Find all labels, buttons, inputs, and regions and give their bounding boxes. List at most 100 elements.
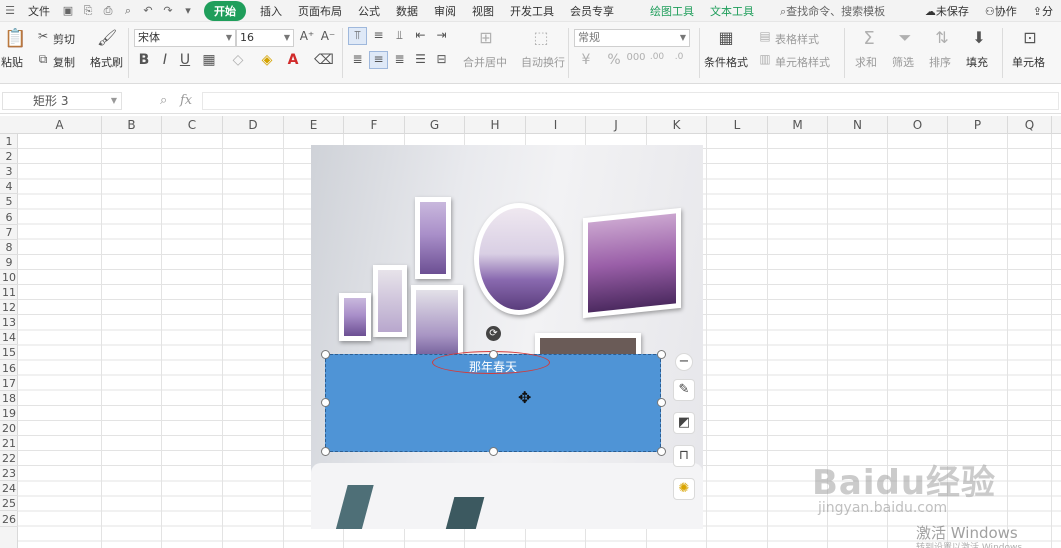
tab-formulas[interactable]: 公式 <box>350 3 388 19</box>
tab-member[interactable]: 会员专享 <box>562 3 622 19</box>
wrap-text-button[interactable]: 自动换行 <box>521 54 565 70</box>
fill-color-icon[interactable]: ◈ <box>257 52 277 68</box>
tab-insert[interactable]: 插入 <box>252 3 290 19</box>
resize-handle-left[interactable] <box>321 398 330 407</box>
column-header-m[interactable]: M <box>768 116 828 134</box>
collaborate-button[interactable]: ⚇协作 <box>977 3 1025 19</box>
row-header-7[interactable]: 7 <box>0 225 18 240</box>
tab-text-tools[interactable]: 文本工具 <box>702 3 762 19</box>
resize-handle-bottom-left[interactable] <box>321 447 330 456</box>
inserted-picture[interactable] <box>311 145 703 529</box>
decrease-indent-icon[interactable]: ⇤ <box>413 28 428 42</box>
thousands-icon[interactable]: 000 <box>626 52 646 63</box>
align-top-icon[interactable]: ⫪ <box>350 28 365 43</box>
cell-icon[interactable]: ⊡ <box>1020 28 1040 47</box>
font-size-select[interactable]: 16 ▼ <box>236 29 294 47</box>
increase-font-icon[interactable]: A⁺ <box>299 29 315 43</box>
print-preview-icon[interactable]: ⌕ <box>121 4 135 18</box>
save-icon[interactable]: ▣ <box>61 4 75 18</box>
row-header-14[interactable]: 14 <box>0 330 18 346</box>
column-header-q[interactable]: Q <box>1008 116 1052 134</box>
row-header-19[interactable]: 19 <box>0 406 18 421</box>
resize-handle-bottom-right[interactable] <box>657 447 666 456</box>
decrease-decimal-icon[interactable]: .0 <box>670 52 688 62</box>
function-icon[interactable]: fx <box>180 93 192 108</box>
print-icon[interactable]: ⎙ <box>101 4 115 18</box>
italic-icon[interactable]: I <box>158 52 172 68</box>
row-header-10[interactable]: 10 <box>0 270 18 285</box>
merge-center-icon[interactable]: ⊞ <box>476 28 496 47</box>
sort-icon[interactable]: ⇅ <box>932 28 952 47</box>
scissors-icon[interactable]: ✂ <box>36 29 50 43</box>
distributed-icon[interactable]: ⊟ <box>434 52 449 66</box>
decrease-font-icon[interactable]: A⁻ <box>320 29 336 43</box>
row-header-2[interactable]: 2 <box>0 149 18 165</box>
row-header-15[interactable]: 15 <box>0 345 18 361</box>
column-header-l[interactable]: L <box>707 116 768 134</box>
column-header-d[interactable]: D <box>223 116 284 134</box>
conditional-format-button[interactable]: 条件格式 <box>704 54 748 70</box>
font-name-select[interactable]: 宋体 ▼ <box>134 29 236 47</box>
cut-button[interactable]: 剪切 <box>53 31 75 47</box>
share-button[interactable]: ⇪分 <box>1025 3 1061 19</box>
tab-home[interactable]: 开始 <box>204 0 246 21</box>
row-header-13[interactable]: 13 <box>0 315 18 331</box>
file-menu[interactable]: 文件 <box>20 3 58 19</box>
redo-icon[interactable]: ↷ <box>161 4 175 18</box>
sum-button[interactable]: 求和 <box>855 54 877 70</box>
row-header-3[interactable]: 3 <box>0 164 18 180</box>
row-header-16[interactable]: 16 <box>0 361 18 376</box>
row-header-25[interactable]: 25 <box>0 496 18 512</box>
export-icon[interactable]: ⎘ <box>81 4 95 18</box>
row-header-1[interactable]: 1 <box>0 134 18 150</box>
column-header-i[interactable]: I <box>526 116 586 134</box>
shape-fill-icon[interactable]: ◩ <box>673 412 695 434</box>
format-painter-icon[interactable]: 🖌 <box>97 28 117 47</box>
resize-handle-top-left[interactable] <box>321 350 330 359</box>
frame-icon[interactable]: ⊓ <box>673 445 695 467</box>
column-header-e[interactable]: E <box>284 116 344 134</box>
sort-button[interactable]: 排序 <box>929 54 951 70</box>
tab-review[interactable]: 审阅 <box>426 3 464 19</box>
sum-icon[interactable]: Σ <box>859 28 879 49</box>
tab-developer[interactable]: 开发工具 <box>502 3 562 19</box>
merge-center-button[interactable]: 合并居中 <box>463 54 507 70</box>
rotate-handle[interactable]: ⟳ <box>486 326 501 341</box>
column-header-k[interactable]: K <box>647 116 707 134</box>
row-header-11[interactable]: 11 <box>0 285 18 301</box>
column-header-c[interactable]: C <box>162 116 223 134</box>
hamburger-menu-icon[interactable]: ☰ <box>3 4 17 18</box>
resize-handle-bottom[interactable] <box>489 447 498 456</box>
row-header-18[interactable]: 18 <box>0 391 18 406</box>
align-left-icon[interactable]: ≣ <box>350 52 365 66</box>
borders-icon[interactable]: ▦ <box>199 52 219 68</box>
font-color-icon[interactable]: A <box>285 52 301 68</box>
row-header-12[interactable]: 12 <box>0 300 18 316</box>
fill-icon[interactable]: ⬇ <box>969 28 989 47</box>
row-header-4[interactable]: 4 <box>0 179 18 195</box>
command-search[interactable]: ⌕查找命令、搜索模板 <box>772 3 893 19</box>
row-header-9[interactable]: 9 <box>0 255 18 270</box>
pen-icon[interactable]: ✎ <box>673 379 695 401</box>
zoom-search-icon[interactable]: ⌕ <box>160 93 167 108</box>
table-style-button[interactable]: 表格样式 <box>775 31 819 47</box>
row-header-24[interactable]: 24 <box>0 481 18 497</box>
align-right-icon[interactable]: ≣ <box>392 52 407 66</box>
copy-icon[interactable]: ⧉ <box>36 52 50 67</box>
increase-decimal-icon[interactable]: .00 <box>648 52 666 62</box>
paste-button[interactable]: 粘贴 <box>1 54 23 70</box>
column-header-b[interactable]: B <box>102 116 162 134</box>
align-bottom-icon[interactable]: ⫫ <box>392 28 407 43</box>
cell-style-icon[interactable]: ▥ <box>758 52 772 66</box>
collapse-toolbar-icon[interactable]: − <box>675 353 693 371</box>
filter-icon[interactable]: ⏷ <box>895 28 915 48</box>
name-box[interactable]: 矩形 3 ▼ <box>2 92 122 110</box>
row-header-23[interactable]: 23 <box>0 466 18 482</box>
fill-button[interactable]: 填充 <box>966 54 988 70</box>
tab-drawing-tools[interactable]: 绘图工具 <box>642 3 702 19</box>
table-style-icon[interactable]: ▤ <box>758 29 772 43</box>
column-header-o[interactable]: O <box>888 116 948 134</box>
column-header-h[interactable]: H <box>465 116 526 134</box>
resize-handle-right[interactable] <box>657 398 666 407</box>
align-center-icon[interactable]: ≡ <box>371 52 386 66</box>
